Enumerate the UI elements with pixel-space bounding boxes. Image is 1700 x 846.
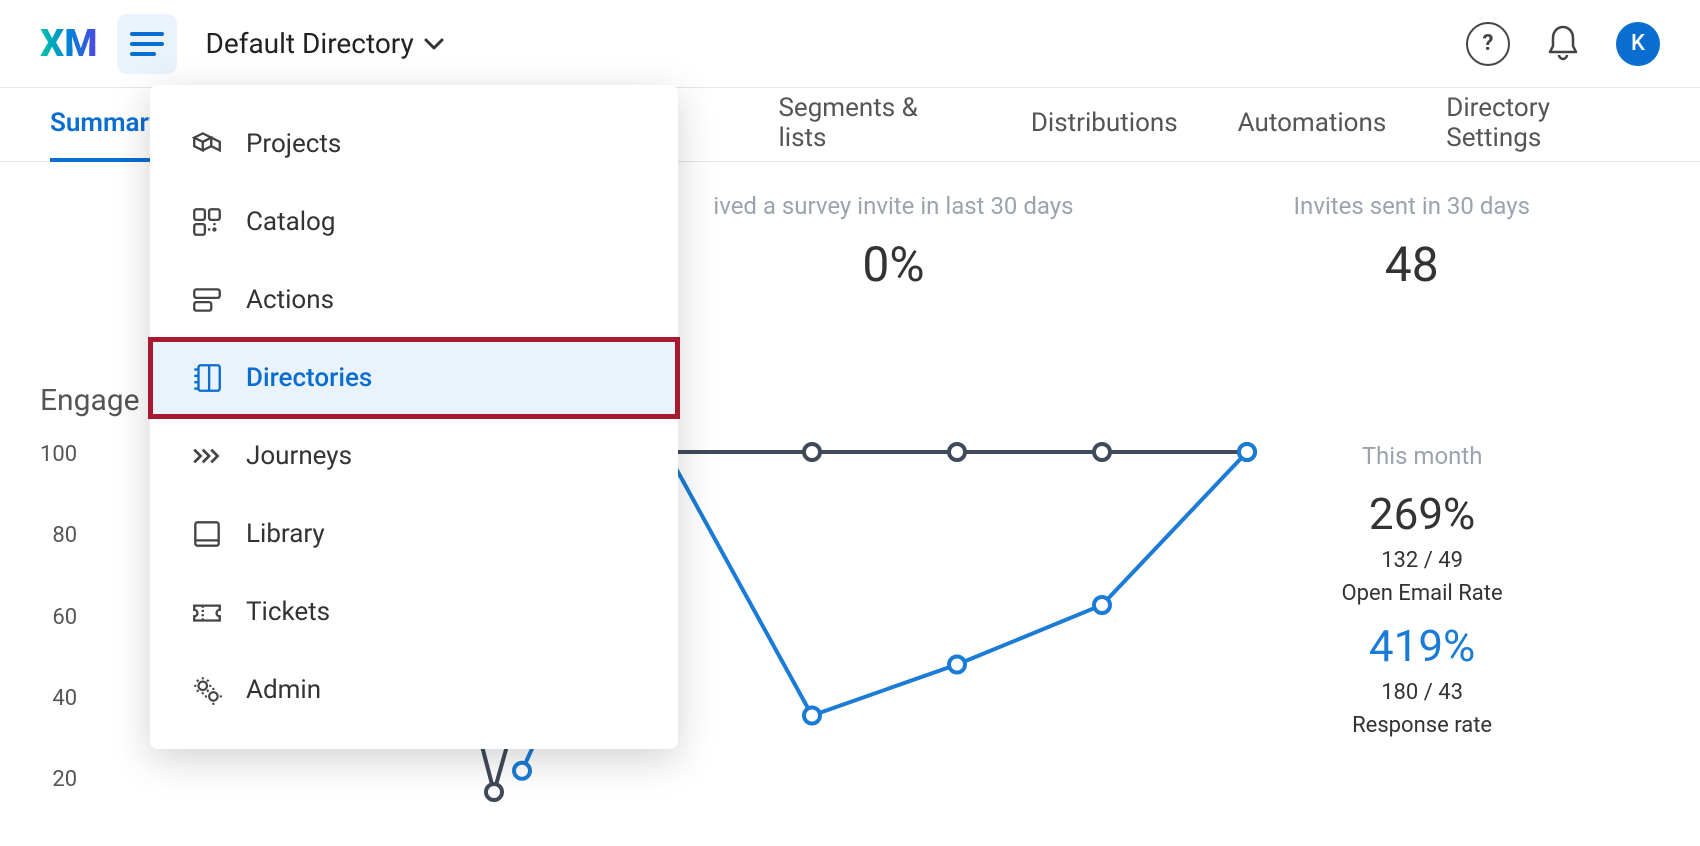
tab-segments-lists[interactable]: Segments & lists (778, 89, 970, 162)
tab-summary[interactable]: Summary (50, 89, 162, 162)
admin-icon (190, 673, 224, 707)
directory-selector[interactable]: Default Directory (205, 27, 443, 60)
avatar-initial: K (1631, 31, 1645, 56)
y-tick: 20 (40, 767, 77, 792)
nav-item-label: Admin (246, 675, 321, 705)
open-email-rate-label: Open Email Rate (1297, 581, 1547, 606)
library-icon (190, 517, 224, 551)
nav-item-label: Actions (246, 285, 334, 315)
nav-item-catalog[interactable]: Catalog (150, 183, 678, 261)
stat-survey-invite: ived a survey invite in last 30 days 0% (713, 192, 1073, 293)
catalog-icon (190, 205, 224, 239)
projects-icon (190, 127, 224, 161)
stat-survey-invite-value: 0% (713, 236, 1073, 293)
chart-side-stats: This month 269% 132 / 49 Open Email Rate… (1267, 442, 1547, 812)
nav-item-label: Journeys (246, 441, 352, 471)
help-icon: ? (1483, 31, 1494, 56)
y-tick: 60 (40, 605, 77, 630)
help-button[interactable]: ? (1466, 22, 1510, 66)
response-rate-pct: 419% (1297, 620, 1547, 672)
tickets-icon (190, 595, 224, 629)
response-rate-label: Response rate (1297, 713, 1547, 738)
user-avatar[interactable]: K (1616, 22, 1660, 66)
nav-item-journeys[interactable]: Journeys (150, 417, 678, 495)
y-tick: 100 (40, 442, 77, 467)
chart-y-axis: 100 80 60 40 20 (40, 442, 87, 792)
stat-invites-sent-value: 48 (1294, 236, 1530, 293)
nav-item-admin[interactable]: Admin (150, 651, 678, 729)
tab-directory-settings[interactable]: Directory Settings (1446, 89, 1650, 162)
global-nav-menu: Projects Catalog Actions Directories Journey… (150, 85, 678, 749)
tab-distributions[interactable]: Distributions (1031, 89, 1178, 162)
stat-survey-invite-label: ived a survey invite in last 30 days (713, 192, 1073, 220)
hamburger-menu-button[interactable] (117, 14, 177, 74)
stat-invites-sent: Invites sent in 30 days 48 (1294, 192, 1530, 293)
topbar: XM Default Directory ? K (0, 0, 1700, 88)
nav-item-directories[interactable]: Directories (150, 339, 678, 417)
chevron-down-icon (424, 37, 444, 51)
y-tick: 40 (40, 686, 77, 711)
nav-item-library[interactable]: Library (150, 495, 678, 573)
period-label: This month (1297, 442, 1547, 470)
actions-icon (190, 283, 224, 317)
response-rate-ratio: 180 / 43 (1297, 680, 1547, 705)
hamburger-icon (130, 31, 164, 57)
directories-icon (190, 361, 224, 395)
topbar-right: ? K (1466, 22, 1660, 66)
xm-logo: XM (40, 22, 97, 66)
nav-item-label: Projects (246, 129, 341, 159)
nav-item-projects[interactable]: Projects (150, 105, 678, 183)
open-email-rate-ratio: 132 / 49 (1297, 548, 1547, 573)
nav-item-label: Catalog (246, 207, 335, 237)
nav-item-label: Library (246, 519, 325, 549)
open-email-rate-pct: 269% (1297, 488, 1547, 540)
notifications-button[interactable] (1546, 23, 1580, 65)
journeys-icon (190, 439, 224, 473)
bell-icon (1546, 23, 1580, 61)
nav-item-actions[interactable]: Actions (150, 261, 678, 339)
y-tick: 80 (40, 523, 77, 548)
stat-invites-sent-label: Invites sent in 30 days (1294, 192, 1530, 220)
nav-item-label: Directories (246, 363, 372, 393)
nav-item-tickets[interactable]: Tickets (150, 573, 678, 651)
tab-automations[interactable]: Automations (1238, 89, 1387, 162)
nav-item-label: Tickets (246, 597, 330, 627)
directory-name-label: Default Directory (205, 27, 413, 60)
